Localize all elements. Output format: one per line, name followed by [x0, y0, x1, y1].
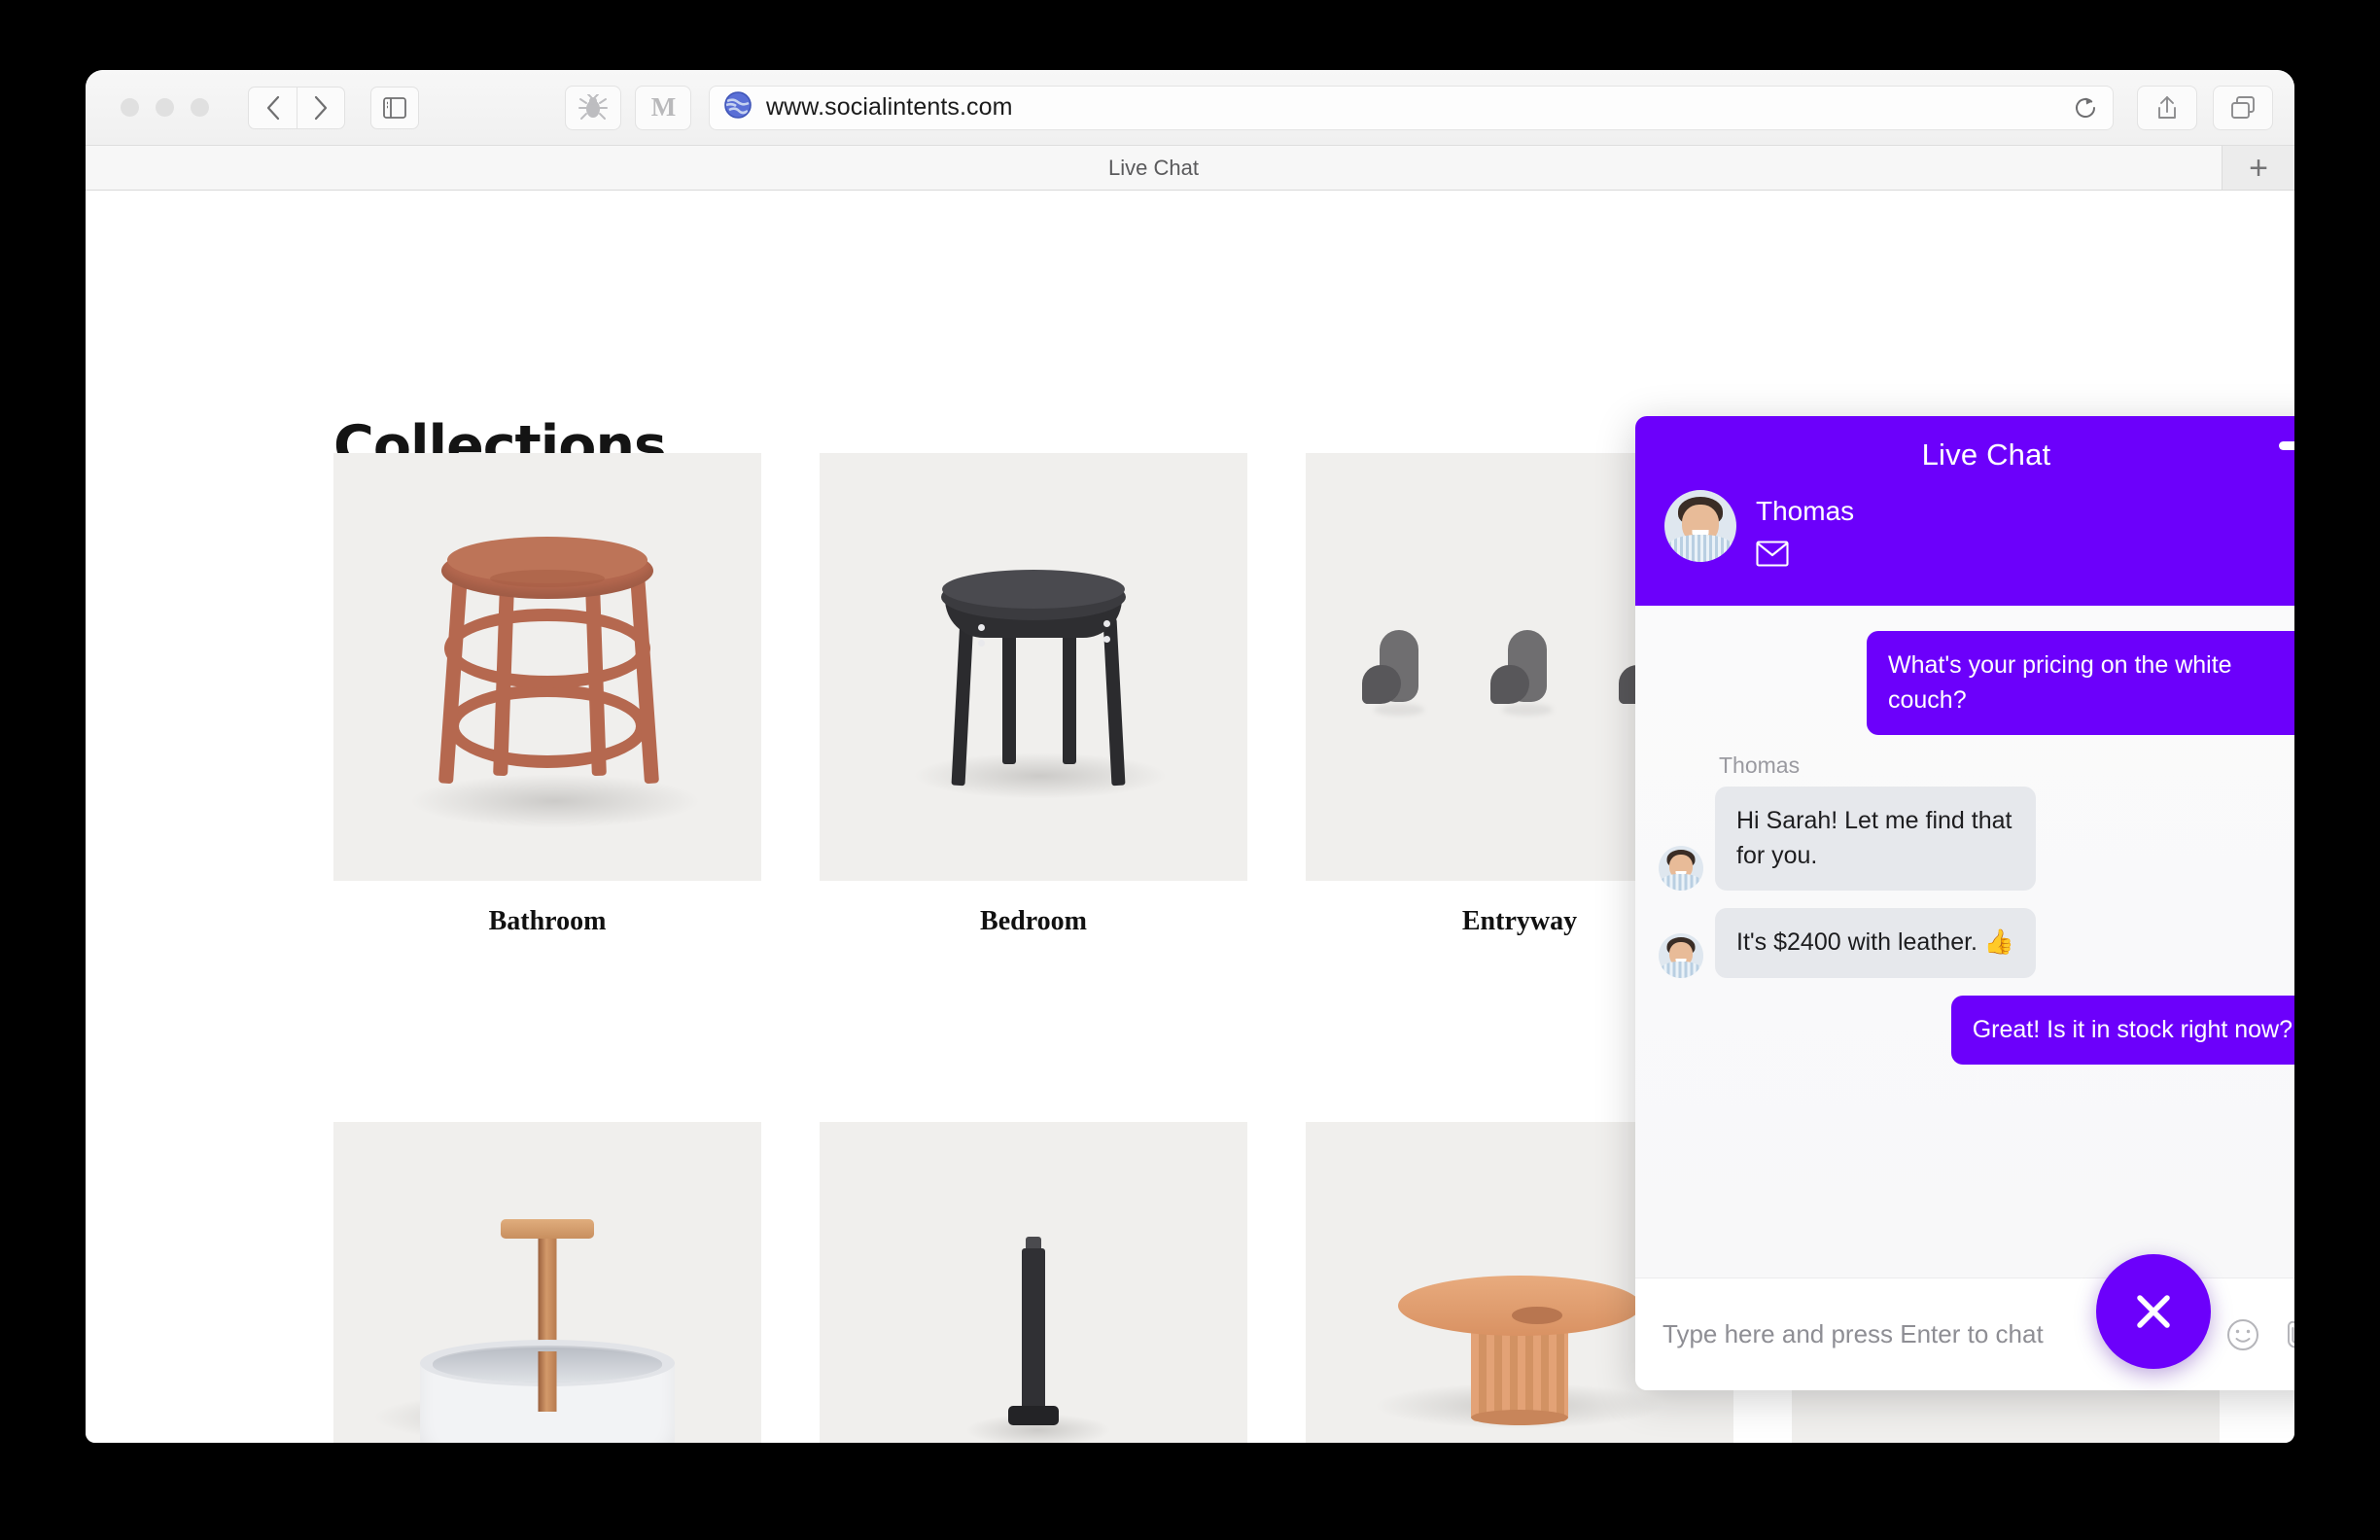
product-image-black-side-table [820, 453, 1247, 881]
minimize-window-button[interactable] [156, 98, 174, 117]
chat-bubble-visitor: What's your pricing on the white couch? [1867, 631, 2294, 735]
tab-strip: Live Chat + [86, 146, 2294, 191]
agent-avatar [1664, 490, 1736, 562]
chat-bubble-agent: It's $2400 with leather. 👍 [1715, 908, 2037, 978]
browser-toolbar: M www.socialintents.com [86, 70, 2294, 146]
collection-card-6[interactable] [820, 1122, 1247, 1443]
window-traffic-lights [121, 98, 209, 117]
agent-avatar-small [1659, 932, 1703, 978]
bug-extension-icon[interactable] [565, 85, 621, 130]
product-image-black-post [820, 1122, 1247, 1443]
chat-bubble-visitor: Great! Is it in stock right now? [1950, 995, 2294, 1065]
paperclip-icon[interactable] [2281, 1318, 2294, 1351]
emoji-icon[interactable] [2226, 1318, 2259, 1351]
new-tab-label: + [2249, 149, 2268, 187]
chat-header: Live Chat Thomas [1635, 416, 2294, 606]
collection-card-5[interactable] [333, 1122, 761, 1443]
tab-title: Live Chat [1108, 155, 1199, 180]
reload-icon[interactable] [2072, 94, 2099, 122]
collection-card-bedroom[interactable]: Bedroom [820, 453, 1247, 937]
chat-message-row: What's your pricing on the white couch? [1659, 631, 2294, 735]
chat-sender-label: Thomas [1719, 752, 1801, 778]
agent-avatar-small [1659, 846, 1703, 891]
nav-buttons [248, 86, 345, 129]
zoom-window-button[interactable] [191, 98, 209, 117]
collection-label-bedroom: Bedroom [980, 906, 1087, 936]
back-button[interactable] [248, 86, 297, 129]
chat-close-button[interactable] [2096, 1254, 2211, 1369]
share-icon[interactable] [2137, 85, 2197, 130]
m-extension-icon[interactable]: M [635, 85, 691, 130]
sidebar-toggle-button[interactable] [370, 86, 419, 129]
address-bar[interactable]: www.socialintents.com [709, 85, 2114, 130]
tab-overview-icon[interactable] [2213, 85, 2273, 130]
envelope-icon[interactable] [1756, 541, 1854, 572]
forward-button[interactable] [297, 86, 345, 129]
chat-agent-row: Thomas [1664, 490, 2294, 572]
product-image-copper-stool [333, 453, 761, 881]
live-chat-widget: Live Chat Thomas What's your pricing on … [1635, 416, 2294, 1390]
minimize-icon[interactable] [2279, 441, 2294, 450]
tab-live-chat[interactable]: Live Chat [86, 146, 2222, 190]
product-image-white-basin [333, 1122, 761, 1443]
m-extension-label: M [650, 92, 677, 122]
close-window-button[interactable] [121, 98, 139, 117]
page-content: Collections Bathroom Bedroom Entryway Li… [86, 191, 2294, 1443]
chat-bubble-agent: Hi Sarah! Let me find that for you. [1715, 787, 2036, 891]
chat-message-row: Hi Sarah! Let me find that for you. [1659, 787, 2294, 891]
device-frame: M www.socialintents.com Live Chat + Coll… [0, 0, 2380, 1540]
collection-card-bathroom[interactable]: Bathroom [333, 453, 761, 937]
chat-title: Live Chat [1921, 438, 2051, 472]
globe-icon [723, 90, 752, 124]
chat-message-row: It's $2400 with leather. 👍 [1659, 908, 2294, 978]
collection-label-bathroom: Bathroom [488, 906, 607, 936]
new-tab-button[interactable]: + [2222, 146, 2294, 190]
chat-message-list[interactable]: What's your pricing on the white couch? … [1635, 606, 2294, 1278]
browser-window: M www.socialintents.com Live Chat + Coll… [86, 70, 2294, 1443]
chat-message-row: Great! Is it in stock right now? [1659, 995, 2294, 1065]
toolbar-right-buttons [2137, 85, 2273, 130]
agent-name: Thomas [1756, 496, 1855, 526]
url-text: www.socialintents.com [766, 93, 1013, 121]
